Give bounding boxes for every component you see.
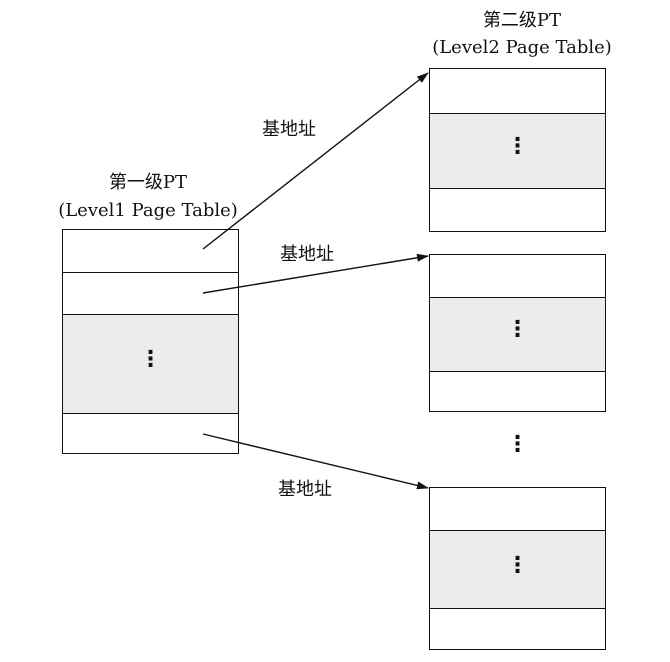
arrow-label-base-address-2: 基地址 — [280, 244, 334, 265]
arrow-label-base-address-3: 基地址 — [278, 479, 332, 500]
arrow-label-base-address-1: 基地址 — [262, 119, 316, 140]
arrow-to-level2-a — [202, 72, 429, 250]
pointer-arrows — [202, 72, 429, 490]
